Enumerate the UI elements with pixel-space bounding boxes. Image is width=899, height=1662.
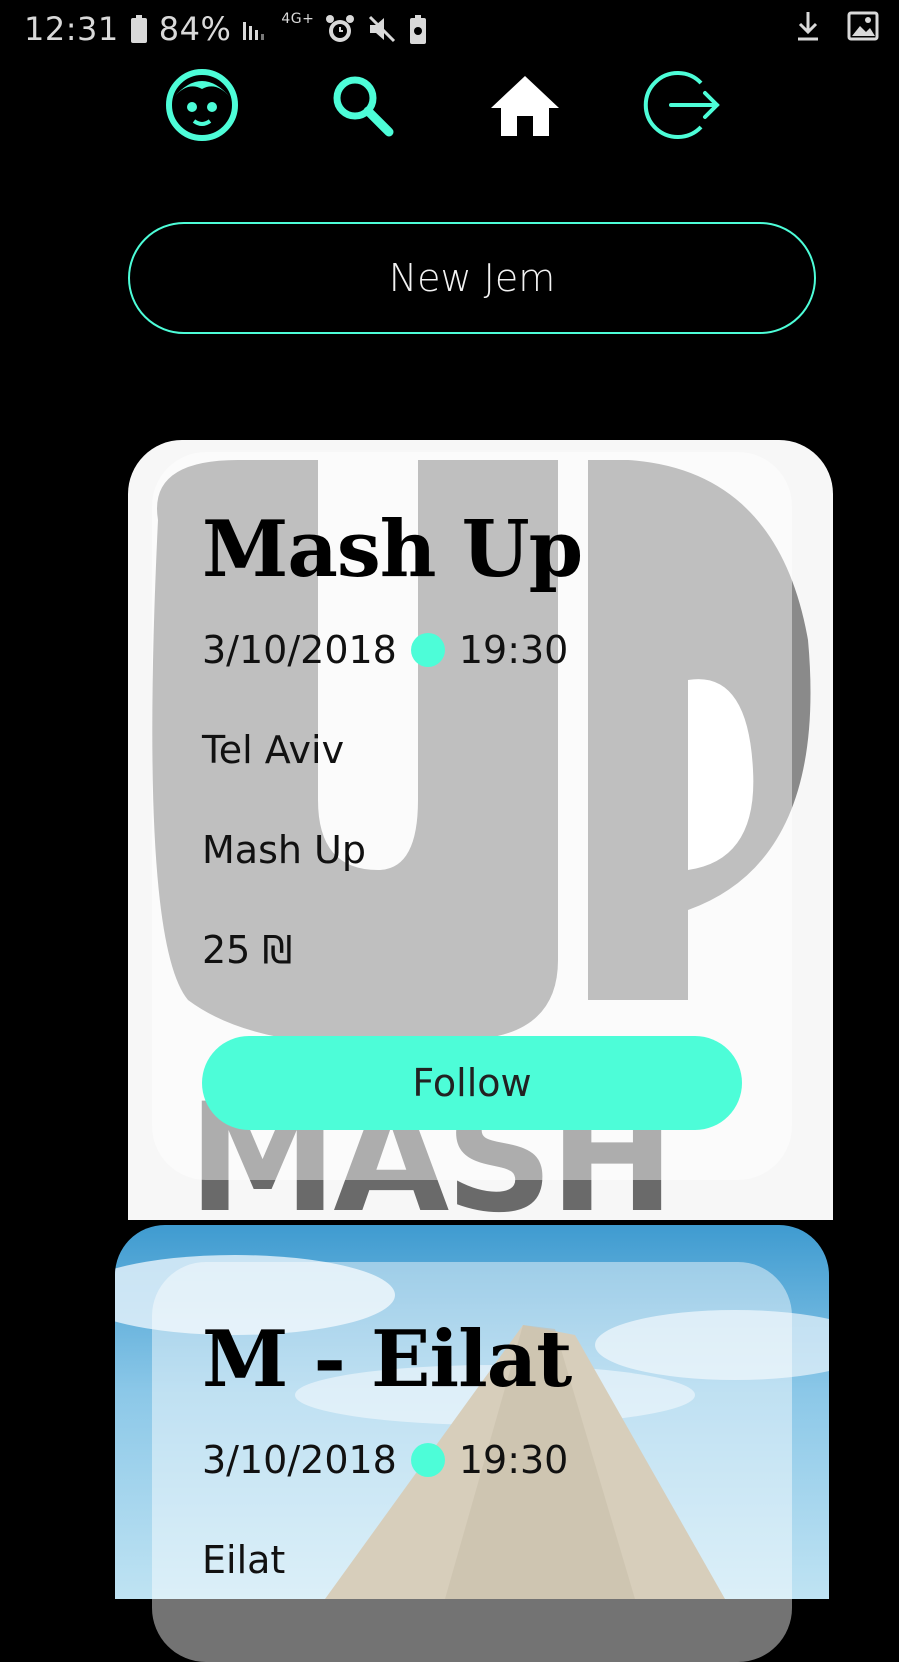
event-location: Eilat [202,1538,286,1582]
event-title: Mash Up [202,504,583,595]
event-name: Mash Up [202,828,366,872]
event-time: 19:30 [458,628,569,672]
event-time: 19:30 [458,1438,569,1482]
signal-icon [241,16,271,42]
event-card: Mash Up 3/10/2018 19:30 Tel Aviv Mash Up… [152,452,792,1180]
event-date: 3/10/2018 [202,1438,397,1482]
event-price: 25 ₪ [202,928,293,972]
profile-icon[interactable] [157,60,247,150]
event-card: M - Eilat 3/10/2018 19:30 Eilat [152,1262,792,1662]
event-title: M - Eilat [202,1314,572,1405]
home-icon[interactable] [480,60,570,150]
mute-icon [366,13,398,45]
top-nav [0,60,899,150]
alarm-icon [324,13,356,45]
logout-icon[interactable] [638,60,728,150]
image-icon [847,11,879,41]
download-icon [795,10,821,42]
clock-text: 12:31 [24,10,119,48]
battery-saver-icon [408,13,428,45]
event-datetime: 3/10/2018 19:30 [202,628,568,672]
separator-dot [410,633,445,667]
battery-icon [129,14,149,44]
separator-dot [410,1443,445,1477]
battery-percent: 84% [158,10,232,48]
search-icon[interactable] [317,60,407,150]
new-jem-button[interactable]: New Jem [128,222,816,334]
network-type: 4G+ [281,11,315,27]
status-bar: 12:31 84% 4G+ [0,0,899,60]
event-datetime: 3/10/2018 19:30 [202,1438,568,1482]
event-location: Tel Aviv [202,728,345,772]
follow-button[interactable]: Follow [202,1036,742,1130]
event-date: 3/10/2018 [202,628,397,672]
